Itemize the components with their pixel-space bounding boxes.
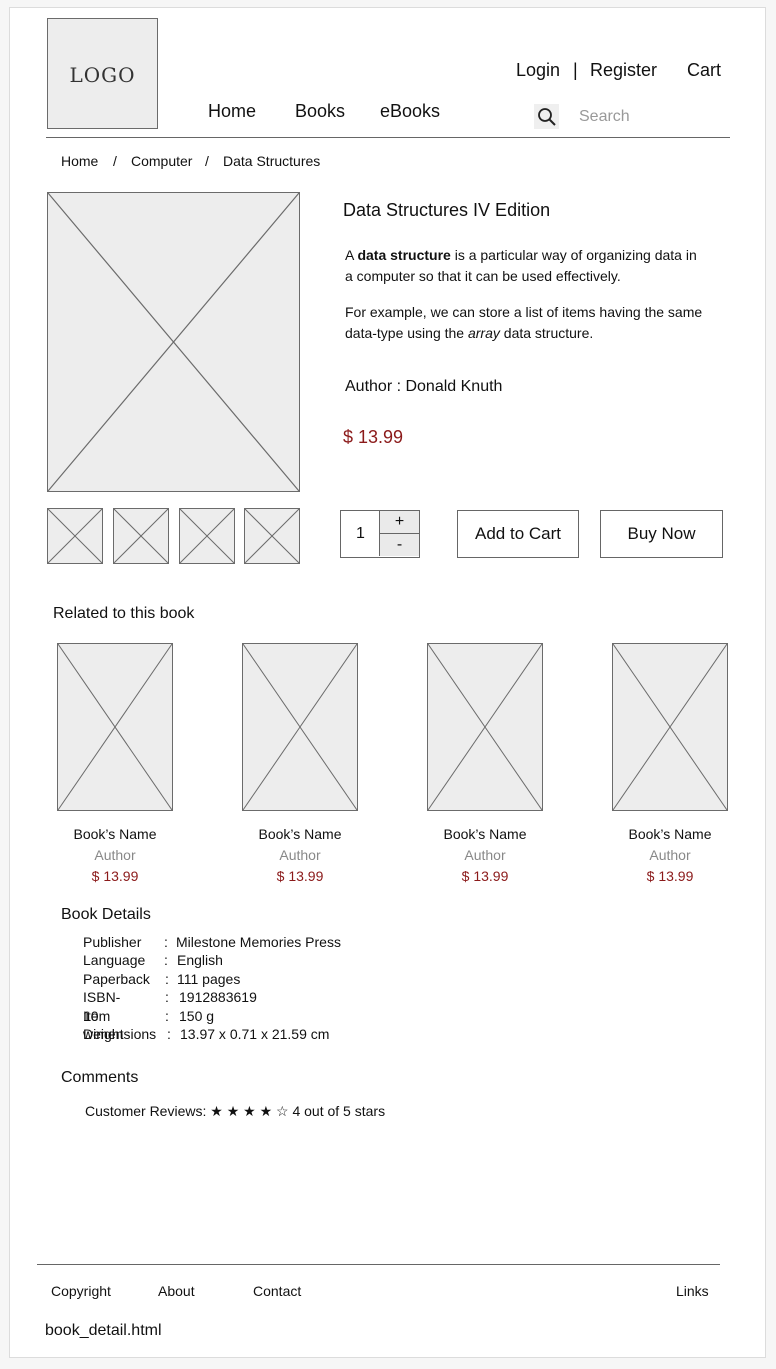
thumbnail-4[interactable] [244,508,300,564]
desc-text: data structure. [499,325,594,341]
book-price: $ 13.99 [343,427,404,447]
nav-books[interactable]: Books [295,101,345,122]
placeholder-x-icon [48,509,102,563]
placeholder-x-icon [245,509,299,563]
rating-text: 4 out of 5 stars [292,1103,386,1119]
footer-links[interactable]: Links [676,1283,709,1299]
detail-value: Milestone Memories Press [176,934,341,950]
cart-link[interactable]: Cart [687,60,721,81]
footer-copyright[interactable]: Copyright [51,1283,111,1299]
detail-value: 13.97 x 0.71 x 21.59 cm [180,1025,330,1042]
breadcrumb-computer[interactable]: Computer [131,153,192,169]
description-paragraph-1: A data structure is a particular way of … [345,245,705,287]
search-icon [538,108,556,126]
buy-now-button[interactable]: Buy Now [600,510,723,558]
register-link[interactable]: Register [590,60,657,81]
related-book-4-image[interactable] [612,643,728,811]
breadcrumb-separator: / [113,153,117,169]
detail-separator: : [165,989,169,1006]
star-rating-icon: ★ ★ ★ ★ ☆ [210,1103,289,1119]
logo-text: LOGO [69,63,136,87]
customer-reviews: Customer Reviews: ★ ★ ★ ★ ☆ 4 out of 5 s… [85,1103,385,1120]
related-book-3-image[interactable] [427,643,543,811]
reviews-label: Customer Reviews: [85,1103,207,1119]
quantity-increment-button[interactable]: + [379,511,419,534]
comments-title: Comments [61,1069,139,1086]
related-book-4-author: Author [649,847,691,863]
desc-italic-term: array [467,325,500,341]
detail-separator: : [164,952,168,969]
placeholder-x-icon [243,644,357,810]
placeholder-x-icon [58,644,172,810]
detail-separator: : [164,934,168,950]
quantity-stepper: 1 + - [340,510,420,558]
login-link[interactable]: Login [516,60,560,81]
related-book-1-price: $ 13.99 [91,868,139,884]
detail-label: Publisher [83,934,142,950]
footer-about-link[interactable]: About [158,1283,195,1299]
related-section-title: Related to this book [53,605,195,622]
quantity-decrement-button[interactable]: - [379,534,419,556]
related-book-2-image[interactable] [242,643,358,811]
related-book-1-author: Author [94,847,136,863]
search-button[interactable] [534,104,559,129]
related-book-2-name[interactable]: Book’s Name [235,826,365,842]
thumbnail-1[interactable] [47,508,103,564]
desc-bold-term: data structure [357,247,451,263]
placeholder-x-icon [428,644,542,810]
book-details-title: Book Details [61,906,151,923]
detail-label: Paperback [83,970,150,987]
related-book-3-price: $ 13.99 [461,868,509,884]
quantity-value[interactable]: 1 [341,511,380,556]
main-book-image [47,192,300,492]
related-book-2-price: $ 13.99 [276,868,324,884]
book-author: Author : Donald Knuth [345,378,503,395]
book-title: Data Structures IV Edition [343,200,551,220]
related-book-2-author: Author [279,847,321,863]
breadcrumb-data-structures[interactable]: Data Structures [223,153,320,169]
detail-label: Dimensions [83,1025,157,1042]
placeholder-x-icon [48,193,299,491]
detail-value: English [177,952,223,969]
related-book-1-image[interactable] [57,643,173,811]
related-book-3-author: Author [464,847,506,863]
nav-home[interactable]: Home [208,101,256,122]
detail-value: 150 g [179,1007,215,1024]
related-book-3-name[interactable]: Book’s Name [420,826,550,842]
thumbnail-3[interactable] [179,508,235,564]
related-book-4-price: $ 13.99 [646,868,694,884]
placeholder-x-icon [180,509,234,563]
detail-value: 1912883619 [179,989,257,1006]
related-book-4-name[interactable]: Book’s Name [605,826,735,842]
filename-label: book_detail.html [45,1322,162,1339]
description-paragraph-2: For example, we can store a list of item… [345,302,705,344]
detail-separator: : [167,1025,171,1042]
thumbnail-2[interactable] [113,508,169,564]
header-divider [46,137,730,138]
detail-separator: : [165,970,169,987]
related-book-1-name[interactable]: Book’s Name [50,826,180,842]
placeholder-x-icon [114,509,168,563]
detail-label: Language [83,952,146,969]
footer-divider [37,1264,720,1265]
login-register-separator: | [573,60,578,80]
breadcrumb-separator: / [205,153,209,169]
detail-value: 111 pages [177,970,241,987]
nav-ebooks[interactable]: eBooks [380,101,440,122]
add-to-cart-button[interactable]: Add to Cart [457,510,579,558]
breadcrumb-home[interactable]: Home [61,153,98,169]
logo[interactable]: LOGO [47,18,158,129]
footer-contact-link[interactable]: Contact [253,1283,301,1299]
search-input[interactable]: Search [579,108,630,126]
detail-separator: : [165,1007,169,1024]
placeholder-x-icon [613,644,727,810]
desc-text: A [345,247,358,263]
